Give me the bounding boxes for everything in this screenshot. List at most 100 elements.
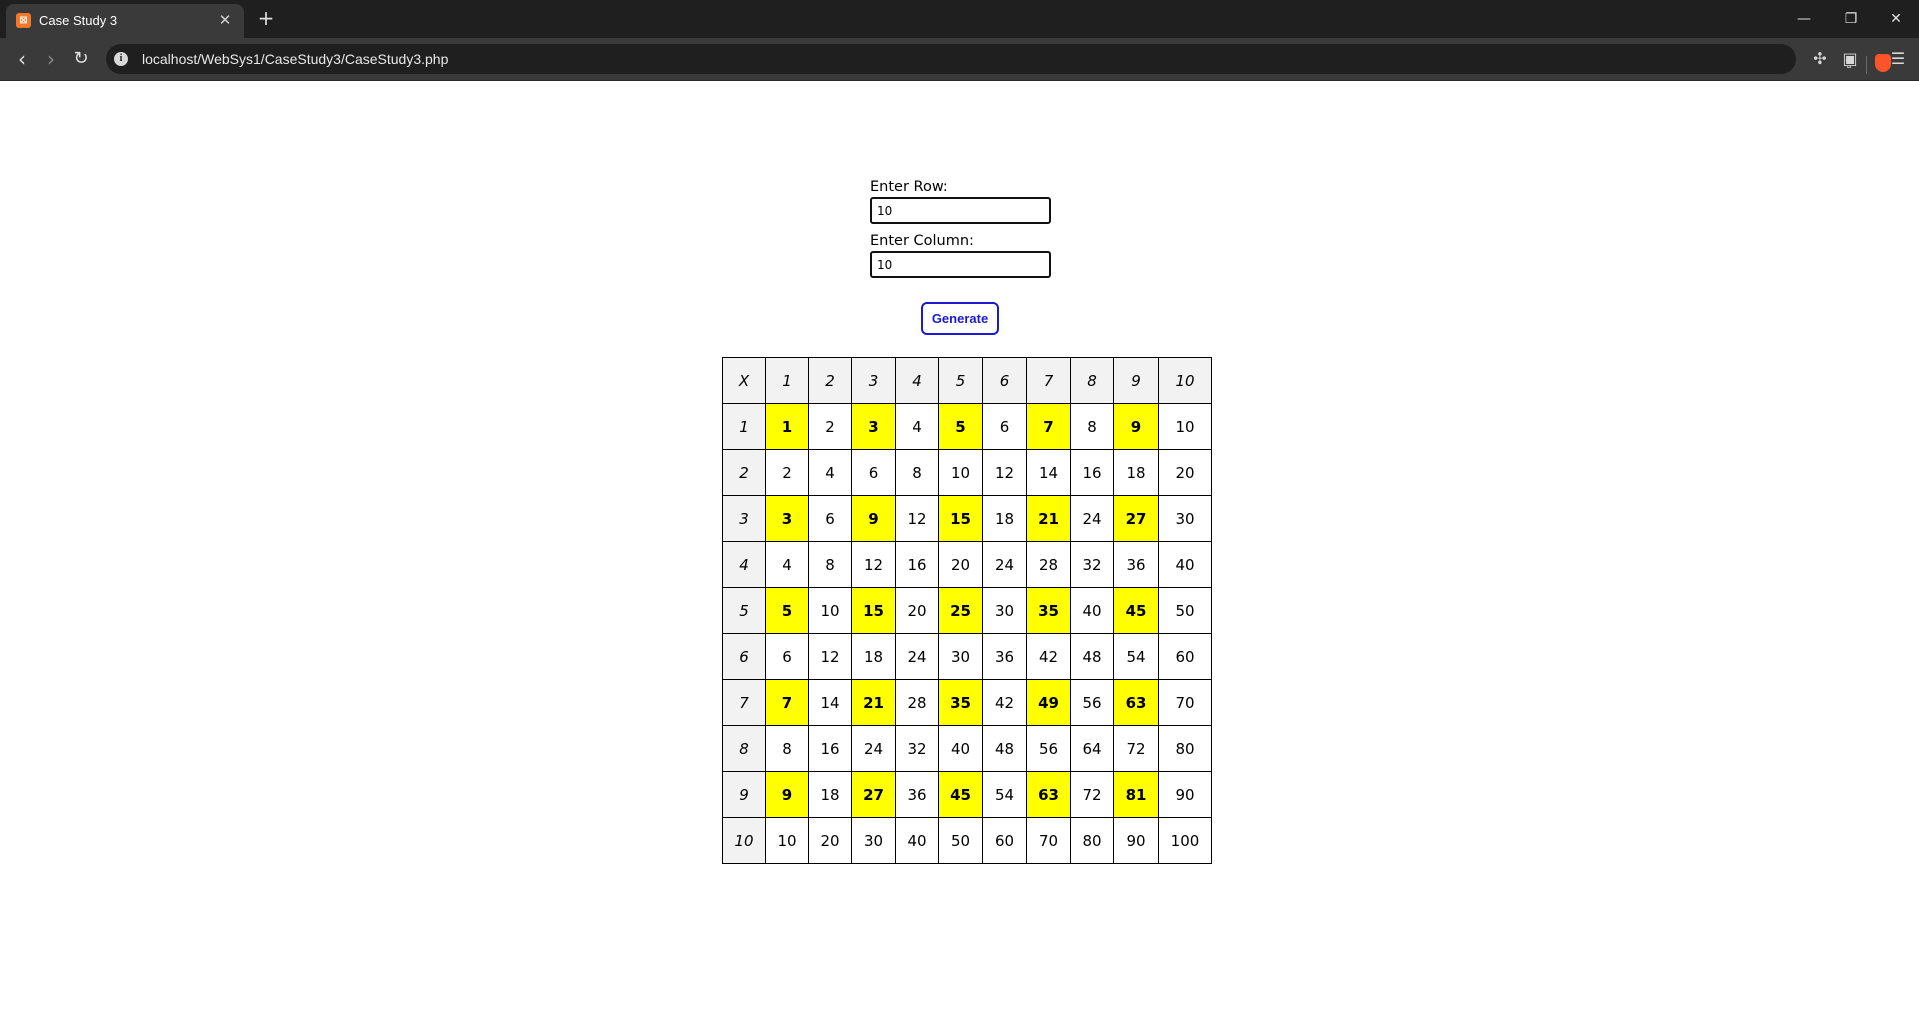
minimize-icon[interactable]: —: [1784, 6, 1824, 32]
product-cell: 10: [808, 587, 852, 634]
highlighted-product-cell: 45: [938, 771, 983, 818]
product-cell: 30: [1158, 495, 1212, 542]
tab-case-study-3[interactable]: ⊠ Case Study 3 ✕: [6, 4, 244, 38]
product-cell: 28: [895, 679, 939, 726]
column-header-cell: 8: [1070, 357, 1114, 404]
close-tab-icon[interactable]: ✕: [216, 11, 234, 29]
divider: [1866, 56, 1867, 74]
reload-icon[interactable]: ↻: [68, 46, 94, 72]
product-cell: 48: [1070, 633, 1114, 680]
highlighted-product-cell: 45: [1113, 587, 1159, 634]
product-cell: 18: [851, 633, 896, 680]
site-info-icon[interactable]: i: [114, 52, 128, 66]
column-input[interactable]: [870, 251, 1051, 278]
row-header-cell: 1: [722, 403, 766, 450]
highlighted-product-cell: 15: [851, 587, 896, 634]
multiplication-table: X 1 2 3 4 5 6 7 8 9 10 1 1 2 3 4 5 6 7 8 9 10 2 2 4 6 8 10 12 14 16 18 2…: [722, 357, 1212, 864]
product-cell: 30: [938, 633, 983, 680]
highlighted-product-cell: 35: [1026, 587, 1071, 634]
product-cell: 20: [808, 817, 852, 864]
highlighted-product-cell: 63: [1113, 679, 1159, 726]
highlighted-product-cell: 49: [1026, 679, 1071, 726]
row-header-cell: 5: [722, 587, 766, 634]
tab-title: Case Study 3: [39, 13, 118, 28]
product-cell: 14: [808, 679, 852, 726]
column-header-cell: 10: [1158, 357, 1212, 404]
table-row: 8 8 16 24 32 40 48 56 64 72 80: [722, 725, 1212, 772]
product-cell: 48: [982, 725, 1027, 772]
forward-icon[interactable]: ›: [38, 46, 64, 72]
product-cell: 56: [1026, 725, 1071, 772]
row-header-cell: 8: [722, 725, 766, 772]
table-row: 10 10 20 30 40 50 60 70 80 90 100: [722, 817, 1212, 864]
product-cell: 32: [1070, 541, 1114, 588]
product-cell: 24: [982, 541, 1027, 588]
product-cell: 40: [938, 725, 983, 772]
product-cell: 16: [1070, 449, 1114, 496]
product-cell: 16: [808, 725, 852, 772]
product-cell: 42: [982, 679, 1027, 726]
column-header-cell: 7: [1026, 357, 1071, 404]
product-cell: 30: [982, 587, 1027, 634]
row-header-cell: 6: [722, 633, 766, 680]
table-row: 5 5 10 15 20 25 30 35 40 45 50: [722, 587, 1212, 634]
new-tab-button[interactable]: +: [254, 6, 278, 30]
back-icon[interactable]: ‹: [9, 46, 35, 72]
product-cell: 8: [808, 541, 852, 588]
column-label: Enter Column:: [870, 233, 974, 249]
product-cell: 72: [1113, 725, 1159, 772]
restore-icon[interactable]: ❐: [1831, 6, 1871, 32]
close-window-icon[interactable]: ✕: [1876, 6, 1916, 32]
product-cell: 54: [1113, 633, 1159, 680]
product-cell: 24: [1070, 495, 1114, 542]
product-cell: 12: [851, 541, 896, 588]
highlighted-product-cell: 63: [1026, 771, 1071, 818]
product-cell: 72: [1070, 771, 1114, 818]
highlighted-product-cell: 9: [765, 771, 809, 818]
product-cell: 20: [938, 541, 983, 588]
highlighted-product-cell: 27: [1113, 495, 1159, 542]
xampp-favicon-icon: ⊠: [16, 13, 31, 28]
highlighted-product-cell: 21: [851, 679, 896, 726]
product-cell: 18: [982, 495, 1027, 542]
highlighted-product-cell: 9: [851, 495, 896, 542]
row-header-cell: 3: [722, 495, 766, 542]
highlighted-product-cell: 25: [938, 587, 983, 634]
product-cell: 40: [1070, 587, 1114, 634]
table-row: 6 6 12 18 24 30 36 42 48 54 60: [722, 633, 1212, 680]
product-cell: 24: [851, 725, 896, 772]
table-row: 3 3 6 9 12 15 18 21 24 27 30: [722, 495, 1212, 542]
product-cell: 80: [1070, 817, 1114, 864]
product-cell: 6: [982, 403, 1027, 450]
row-header-cell: 10: [722, 817, 766, 864]
row-header-cell: 9: [722, 771, 766, 818]
product-cell: 2: [808, 403, 852, 450]
tab-strip: ⊠ Case Study 3 ✕ + — ❐ ✕: [0, 0, 1919, 38]
highlighted-product-cell: 21: [1026, 495, 1071, 542]
url-text: localhost/WebSys1/CaseStudy3/CaseStudy3.…: [142, 51, 449, 67]
product-cell: 18: [1113, 449, 1159, 496]
product-cell: 20: [1158, 449, 1212, 496]
column-header-cell: 2: [808, 357, 852, 404]
product-cell: 20: [895, 587, 939, 634]
table-row: 2 2 4 6 8 10 12 14 16 18 20: [722, 449, 1212, 496]
wallet-icon[interactable]: ▣: [1838, 47, 1862, 71]
product-cell: 10: [765, 817, 809, 864]
product-cell: 56: [1070, 679, 1114, 726]
column-header-cell: 9: [1113, 357, 1159, 404]
highlighted-product-cell: 15: [938, 495, 983, 542]
highlighted-product-cell: 27: [851, 771, 896, 818]
generate-button[interactable]: Generate: [921, 302, 999, 335]
product-cell: 8: [1070, 403, 1114, 450]
menu-icon[interactable]: ☰: [1886, 47, 1910, 71]
extensions-icon[interactable]: ✣: [1808, 47, 1832, 71]
highlighted-product-cell: 5: [765, 587, 809, 634]
highlighted-product-cell: 7: [1026, 403, 1071, 450]
product-cell: 4: [895, 403, 939, 450]
product-cell: 90: [1158, 771, 1212, 818]
product-cell: 10: [938, 449, 983, 496]
product-cell: 60: [1158, 633, 1212, 680]
address-bar[interactable]: i localhost/WebSys1/CaseStudy3/CaseStudy…: [106, 44, 1891, 74]
row-input[interactable]: [870, 197, 1051, 224]
browser-toolbar: ‹ › ↻ i localhost/WebSys1/CaseStudy3/Cas…: [0, 38, 1919, 81]
